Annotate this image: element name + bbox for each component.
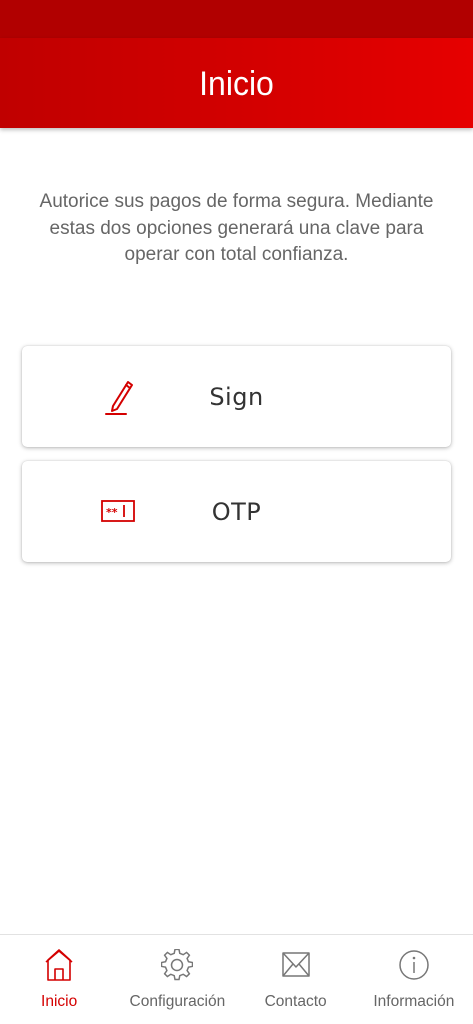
otp-option-button[interactable]: ** OTP	[22, 461, 451, 562]
nav-item-informacion[interactable]: Información	[355, 935, 473, 1024]
info-icon	[397, 947, 431, 983]
intro-text: Autorice sus pagos de forma segura. Medi…	[39, 191, 434, 265]
nav-label-informacion: Información	[373, 993, 455, 1010]
home-icon	[42, 947, 76, 983]
nav-label-contacto: Contacto	[264, 993, 327, 1010]
page-title: Inicio	[199, 63, 274, 102]
sign-option-label: Sign	[209, 382, 264, 411]
nav-label-configuracion: Configuración	[129, 993, 226, 1010]
bottom-navigation: Inicio Configuración Contacto Informació…	[0, 934, 473, 1024]
nav-item-configuracion[interactable]: Configuración	[118, 935, 236, 1024]
app-header: Inicio	[0, 38, 473, 128]
status-bar	[0, 0, 473, 38]
gear-icon	[160, 947, 194, 983]
envelope-icon	[279, 947, 313, 983]
nav-item-contacto[interactable]: Contacto	[237, 935, 355, 1024]
sign-option-button[interactable]: Sign	[22, 346, 451, 447]
otp-option-label: OTP	[211, 497, 262, 526]
nav-label-inicio: Inicio	[41, 993, 78, 1010]
nav-item-inicio[interactable]: Inicio	[0, 935, 118, 1024]
app-screen: Inicio Autorice sus pagos de forma segur…	[0, 0, 473, 1024]
